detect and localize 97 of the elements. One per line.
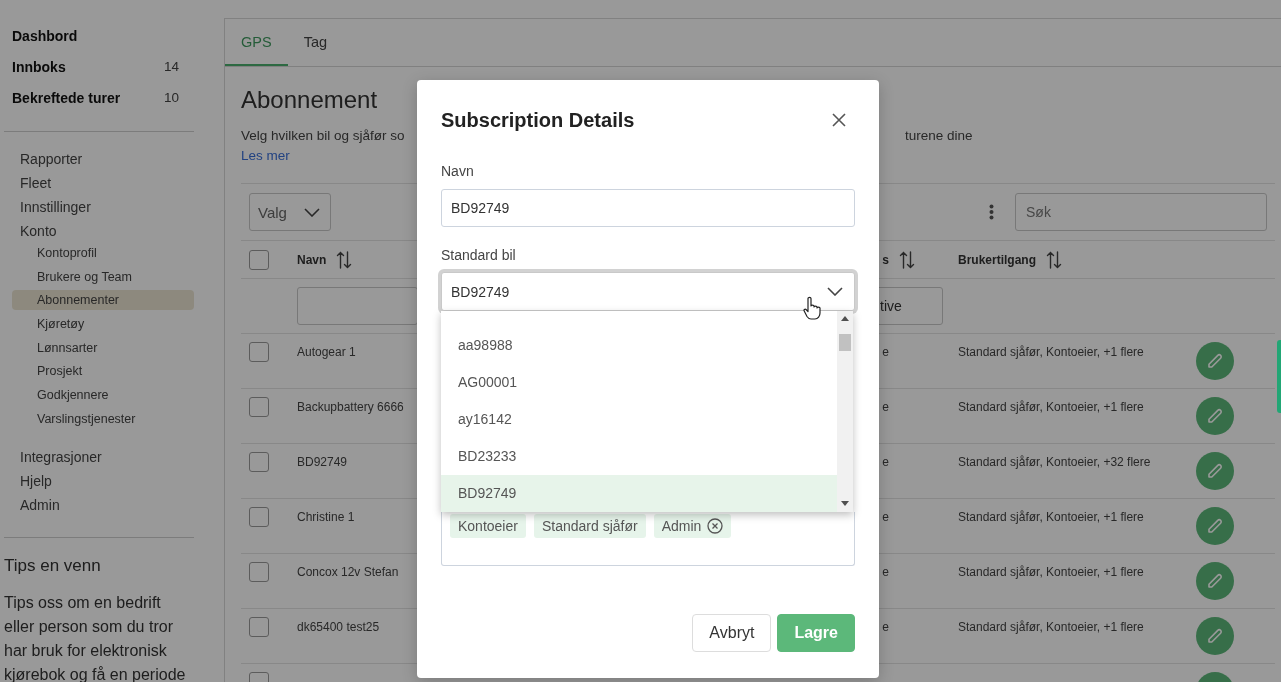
menu-item[interactable]: Integrasjoner bbox=[4, 444, 194, 469]
submenu-item[interactable]: Godkjennere bbox=[12, 385, 194, 406]
menu-item[interactable]: Admin bbox=[4, 492, 194, 517]
chevron-down-icon bbox=[304, 207, 320, 217]
kebab-menu-icon[interactable] bbox=[989, 204, 994, 220]
read-more-link[interactable]: Les mer bbox=[241, 146, 290, 166]
select-field[interactable]: BD92749 bbox=[441, 272, 855, 311]
description-text: Velg hvilken bil og sjåfør so bbox=[241, 128, 405, 143]
pencil-icon bbox=[1207, 628, 1223, 644]
menu-item[interactable]: Konto bbox=[4, 219, 194, 243]
sort-icon[interactable] bbox=[899, 250, 915, 269]
scrollbar-thumb[interactable] bbox=[839, 334, 851, 351]
sort-icon[interactable] bbox=[1046, 250, 1062, 269]
row-checkbox[interactable] bbox=[249, 397, 269, 417]
nav-item[interactable]: Dashbord bbox=[12, 27, 78, 44]
pencil-icon bbox=[1207, 353, 1223, 369]
submenu-item[interactable]: Abonnementer bbox=[12, 290, 194, 311]
table-cell: Backupbattery 6666 bbox=[297, 400, 404, 414]
table-cell: BD92749 bbox=[297, 455, 348, 469]
section-title: Tips en venn bbox=[4, 554, 101, 577]
table-cell: Standard sjåfør, Kontoeier, +1 flere bbox=[958, 345, 1144, 359]
text-field[interactable]: BD92749 bbox=[441, 189, 855, 227]
options-select[interactable]: Valg bbox=[249, 193, 331, 231]
edit-button[interactable] bbox=[1196, 507, 1234, 545]
scroll-up-icon[interactable] bbox=[841, 316, 849, 321]
chevron-down-icon bbox=[827, 287, 843, 296]
submenu-item[interactable]: Kjøretøy bbox=[12, 314, 194, 335]
dropdown-option[interactable]: BD92749 bbox=[441, 475, 837, 512]
column-header: Brukertilgang bbox=[958, 252, 1036, 267]
table-cell: Standard sjåfør, Kontoeier, +32 flere bbox=[958, 455, 1151, 469]
table-cell: Standard sjåfør, Kontoeier, +1 flere bbox=[958, 620, 1144, 634]
page-title: Abonnement bbox=[241, 85, 378, 115]
submenu-item[interactable]: Brukere og Team bbox=[12, 266, 194, 287]
menu-item[interactable]: Fleet bbox=[4, 171, 194, 195]
edit-button[interactable] bbox=[1196, 452, 1234, 490]
row-checkbox[interactable] bbox=[249, 617, 269, 637]
scrollbar[interactable] bbox=[837, 311, 853, 512]
row-checkbox[interactable] bbox=[249, 562, 269, 582]
pencil-icon bbox=[1207, 463, 1223, 479]
table-cell: Autogear 1 bbox=[297, 345, 356, 359]
remove-icon[interactable] bbox=[707, 518, 724, 534]
row-checkbox[interactable] bbox=[249, 452, 269, 472]
table-cell: Concox 12v Stefan bbox=[297, 565, 399, 579]
table-cell: Standard sjåfør, Kontoeier, +1 flere bbox=[958, 400, 1144, 414]
edit-button[interactable] bbox=[1196, 342, 1234, 380]
pencil-icon bbox=[1207, 408, 1223, 424]
search-field[interactable]: Søk bbox=[1015, 193, 1267, 231]
edit-button[interactable] bbox=[1196, 562, 1234, 600]
menu-item[interactable]: Innstillinger bbox=[4, 195, 194, 219]
column-header: Navn bbox=[297, 252, 327, 267]
submenu-item[interactable]: Lønnsarter bbox=[12, 337, 194, 358]
menu-item[interactable]: Hjelp bbox=[4, 468, 194, 493]
field-label: Standard bil bbox=[441, 246, 516, 264]
submenu-item[interactable]: Kontoprofil bbox=[12, 243, 194, 263]
edit-button[interactable] bbox=[1196, 397, 1234, 435]
tags-field[interactable]: Kontoeier Standard sjåfør Admin bbox=[441, 512, 855, 566]
column-header: s bbox=[882, 252, 889, 267]
close-icon bbox=[832, 113, 846, 127]
dropdown-option[interactable]: aa98988 bbox=[441, 327, 837, 364]
submenu-item[interactable]: Prosjekt bbox=[12, 361, 194, 382]
table-cell: Standard sjåfør, Kontoeier, +1 flere bbox=[958, 565, 1144, 579]
table-cell: Christine 1 bbox=[297, 510, 355, 524]
select-all-checkbox[interactable] bbox=[249, 249, 269, 270]
table-cell: e bbox=[882, 344, 889, 360]
dropdown-option[interactable]: ay16142 bbox=[441, 401, 837, 438]
table-cell: e bbox=[882, 454, 889, 470]
dropdown-option[interactable]: AG00001 bbox=[441, 364, 837, 401]
table-cell: e bbox=[882, 564, 889, 580]
scroll-down-icon[interactable] bbox=[841, 501, 849, 506]
description-text: turene dine bbox=[905, 128, 973, 143]
item-count: 14 bbox=[163, 59, 179, 74]
pencil-icon bbox=[1207, 518, 1223, 534]
nav-item[interactable]: Innboks bbox=[12, 58, 66, 75]
field-label: Navn bbox=[441, 162, 474, 180]
cancel-button[interactable]: Avbryt bbox=[692, 614, 772, 652]
item-count: 10 bbox=[163, 90, 179, 105]
row-checkbox[interactable] bbox=[249, 507, 269, 527]
menu-item[interactable]: Rapporter bbox=[4, 147, 194, 171]
pencil-icon bbox=[1207, 573, 1223, 589]
tab[interactable]: Tag bbox=[287, 19, 343, 66]
table-cell: e bbox=[882, 509, 889, 525]
row-checkbox[interactable] bbox=[249, 342, 269, 362]
submenu-item[interactable]: Varslingstjenester bbox=[12, 408, 194, 429]
filter-field[interactable] bbox=[297, 287, 418, 325]
dialog-title: Subscription Details bbox=[441, 108, 635, 132]
tag-label: Standard sjåfør bbox=[541, 518, 638, 534]
dropdown-option[interactable]: BD23233 bbox=[441, 438, 837, 475]
table-cell: dk65400 test25 bbox=[297, 620, 380, 634]
tag-label: Admin bbox=[661, 518, 702, 534]
sort-icon[interactable] bbox=[336, 250, 353, 269]
table-cell: e bbox=[882, 399, 889, 415]
nav-item[interactable]: Bekreftede turer bbox=[12, 89, 121, 106]
table-cell: e bbox=[882, 619, 889, 635]
edit-button[interactable] bbox=[1196, 617, 1234, 655]
tag-label: Kontoeier bbox=[458, 518, 518, 534]
tab[interactable]: GPS bbox=[225, 19, 288, 66]
table-cell: Standard sjåfør, Kontoeier, +1 flere bbox=[958, 510, 1144, 524]
